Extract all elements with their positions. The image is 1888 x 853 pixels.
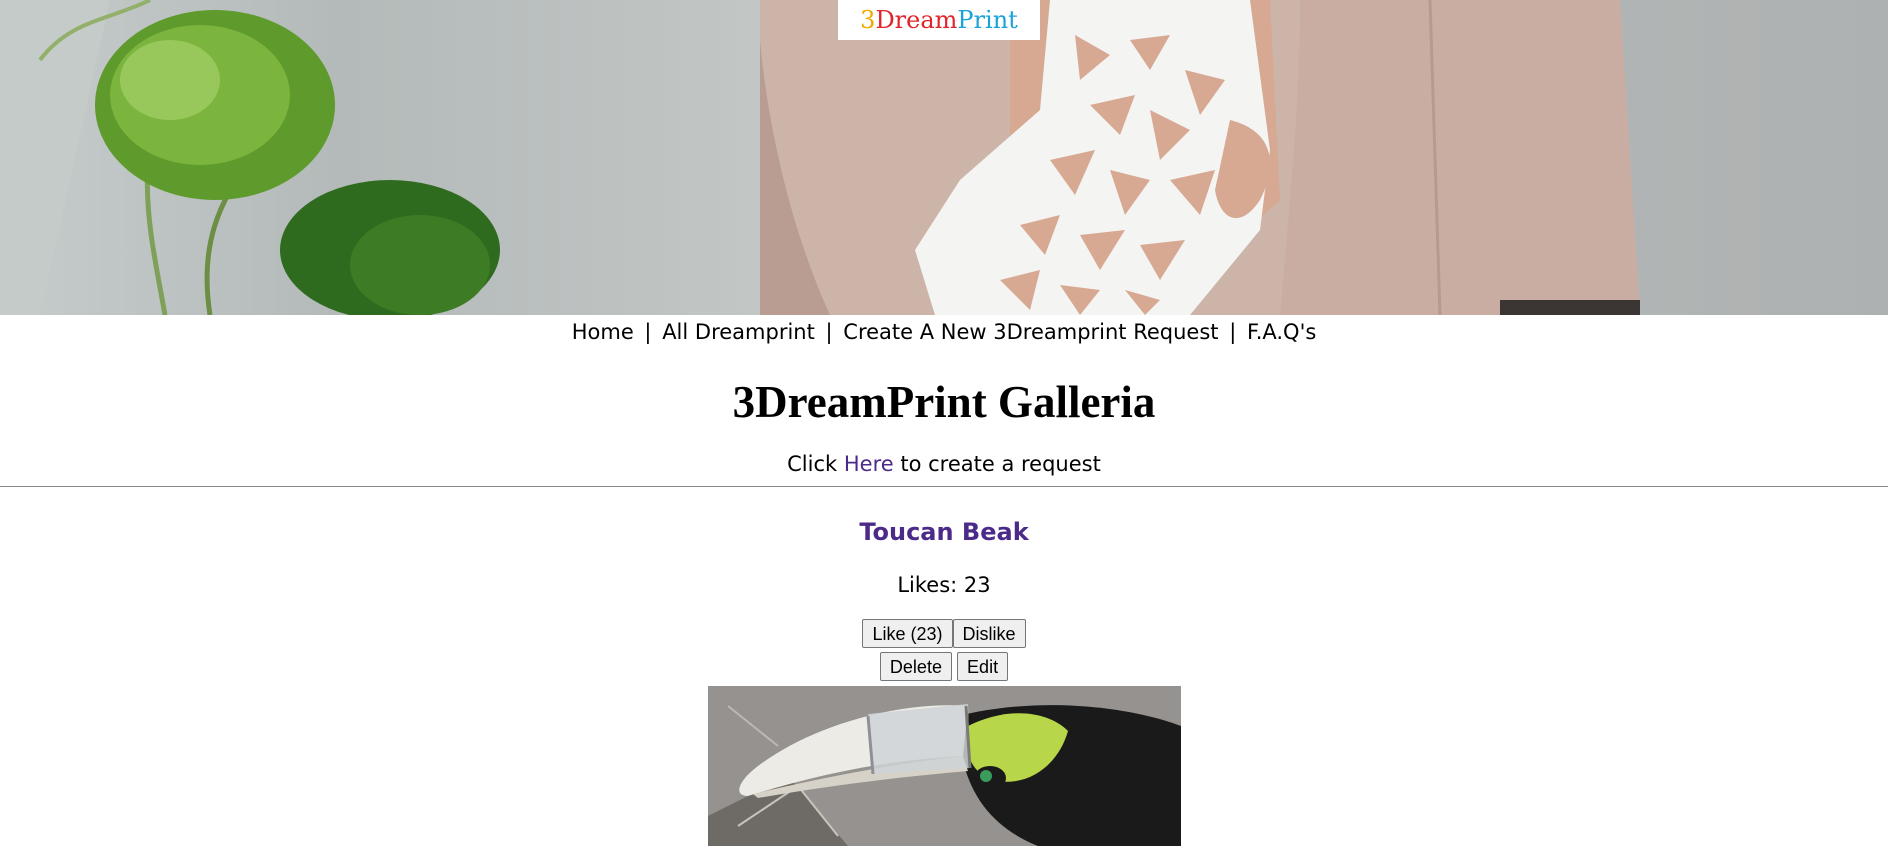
- like-button[interactable]: Like (23): [862, 619, 953, 648]
- nav-separator: |: [644, 320, 652, 344]
- logo-text-print: Print: [957, 6, 1018, 34]
- dislike-button[interactable]: Dislike: [952, 619, 1026, 648]
- create-request-prompt: Click Here to create a request: [0, 450, 1888, 478]
- manage-buttons: Delete Edit: [0, 652, 1888, 681]
- delete-button[interactable]: Delete: [879, 652, 952, 681]
- nav-link-create-request[interactable]: Create A New 3Dreamprint Request: [843, 320, 1218, 344]
- nav-separator: |: [1229, 320, 1237, 344]
- site-logo[interactable]: 3 Dream Print: [838, 0, 1040, 40]
- edit-button[interactable]: Edit: [957, 652, 1009, 681]
- main-navigation: Home | All Dreamprint | Create A New 3Dr…: [0, 318, 1888, 346]
- item-likes-count: Likes: 23: [897, 573, 991, 597]
- create-request-link[interactable]: Here: [844, 452, 894, 476]
- nav-separator: |: [825, 320, 833, 344]
- cta-text-after: to create a request: [900, 452, 1101, 476]
- item-image-toucan: [707, 686, 1181, 846]
- gallery-item: Toucan Beak Likes: 23 Like (23) Dislike D…: [0, 517, 1888, 846]
- cta-text-before: Click: [787, 452, 838, 476]
- toucan-photo: [707, 686, 1181, 846]
- logo-text-3: 3: [860, 6, 876, 34]
- item-title: Toucan Beak: [0, 517, 1888, 547]
- logo-text-dream: Dream: [875, 6, 958, 34]
- hero-banner-image: 3 Dream Print: [0, 0, 1888, 315]
- nav-link-home[interactable]: Home: [572, 320, 634, 344]
- section-divider: [0, 486, 1888, 487]
- nav-link-all-dreamprint[interactable]: All Dreamprint: [662, 320, 815, 344]
- vote-buttons: Like (23) Dislike: [0, 619, 1888, 648]
- page-title: 3DreamPrint Galleria: [732, 377, 1156, 427]
- nav-link-faq[interactable]: F.A.Q's: [1247, 320, 1316, 344]
- hero-photo-cast-hand: [0, 0, 1640, 315]
- item-title-link[interactable]: Toucan Beak: [859, 518, 1028, 546]
